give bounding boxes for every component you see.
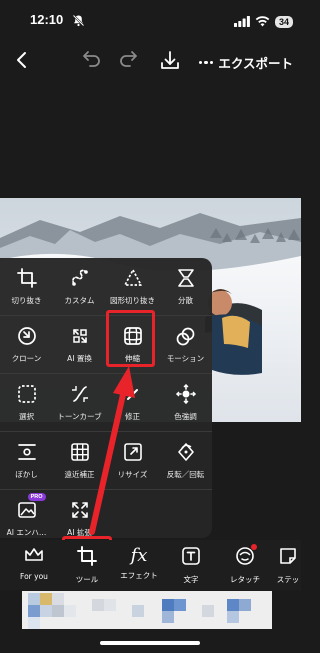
ai-enhance-icon: PRO	[16, 493, 46, 521]
tool-label: AI エンハ…	[6, 528, 47, 537]
tool-label: リサイズ	[117, 470, 148, 479]
fx-icon: fx	[130, 545, 148, 566]
bottom-nav: For you ツール fx エフェクト 文字 レタッチ ステッ	[0, 540, 301, 590]
fix-icon	[122, 383, 144, 405]
nav-effects[interactable]: fx エフェクト	[114, 546, 164, 581]
tool-flip-rotate[interactable]: 反転／回転	[159, 432, 212, 489]
tool-perspective[interactable]: 遠近補正	[53, 432, 106, 489]
bell-off-icon	[72, 12, 85, 31]
nav-label: 文字	[183, 575, 199, 584]
tool-label: 選択	[19, 412, 34, 421]
pro-badge: PRO	[27, 493, 46, 501]
tool-label: 図形切り抜き	[110, 296, 155, 305]
tool-select[interactable]: 選択	[0, 374, 53, 431]
tool-panel: 切り抜き カスタム 図形切り抜き 分散 クローン AI 置換 伸縮 モーション …	[0, 258, 212, 538]
signal-icon	[233, 12, 250, 31]
ai-expand-icon	[69, 499, 91, 521]
tool-label: カスタム	[64, 296, 95, 305]
crop-tool-icon	[77, 546, 97, 570]
tool-row: 選択 トーンカーブ 修正 色強調	[0, 374, 212, 432]
wifi-icon	[255, 12, 270, 31]
tool-label: クローン	[11, 354, 42, 363]
tool-custom[interactable]: カスタム	[53, 258, 106, 315]
tool-row: ぼかし 遠近補正 リサイズ 反転／回転	[0, 432, 212, 490]
editor-toolbar: エクスポート	[0, 42, 301, 82]
tool-motion[interactable]: モーション	[159, 316, 212, 373]
tool-shape-crop[interactable]: 図形切り抜き	[106, 258, 159, 315]
notification-dot	[251, 544, 257, 550]
redo-icon[interactable]	[118, 50, 140, 74]
nav-label: ツール	[75, 575, 99, 584]
blur-icon	[16, 441, 38, 463]
tool-label: 反転／回転	[166, 470, 205, 479]
nav-sticker[interactable]: ステッ	[268, 546, 308, 585]
tool-row: 切り抜き カスタム 図形切り抜き 分散	[0, 258, 212, 316]
tool-grid: 切り抜き カスタム 図形切り抜き 分散 クローン AI 置換 伸縮 モーション …	[0, 258, 212, 548]
nav-label: ステッ	[276, 575, 300, 584]
tool-color-enhance[interactable]: 色強調	[159, 374, 212, 431]
more-dots-icon	[198, 60, 214, 65]
tool-disperse[interactable]: 分散	[159, 258, 212, 315]
tool-label: AI 置換	[67, 354, 92, 363]
text-icon	[181, 546, 201, 570]
nav-text[interactable]: 文字	[166, 546, 216, 585]
export-label: エクスポート	[218, 56, 293, 71]
home-indicator	[100, 641, 200, 645]
crop-icon	[16, 267, 38, 289]
nav-tools[interactable]: ツール	[62, 546, 112, 585]
clone-icon	[16, 325, 38, 347]
status-bar: 12:10 34	[0, 0, 301, 40]
disperse-icon	[175, 267, 197, 289]
tool-label: モーション	[166, 354, 205, 363]
tool-blur[interactable]: ぼかし	[0, 432, 53, 489]
stretch-highlight	[106, 310, 155, 367]
tool-tone-curve[interactable]: トーンカーブ	[53, 374, 106, 431]
tool-label: 修正	[125, 412, 140, 421]
crown-icon	[24, 546, 44, 568]
nav-label: エフェクト	[120, 571, 158, 580]
shape-crop-icon	[122, 267, 144, 289]
status-time: 12:10	[30, 12, 64, 27]
custom-icon	[69, 267, 91, 289]
nav-label: レタッチ	[230, 575, 260, 584]
perspective-icon	[69, 441, 91, 463]
resize-icon	[122, 441, 144, 463]
tool-fix[interactable]: 修正	[106, 374, 159, 431]
nav-retouch[interactable]: レタッチ	[220, 544, 270, 585]
tone-curve-icon	[69, 383, 91, 405]
download-icon[interactable]	[159, 50, 181, 76]
tool-resize[interactable]: リサイズ	[106, 432, 159, 489]
select-icon	[16, 383, 38, 405]
tool-label: 遠近補正	[64, 470, 95, 479]
tool-label: ぼかし	[15, 470, 38, 479]
export-button[interactable]: エクスポート	[198, 53, 293, 72]
ai-replace-icon	[69, 325, 91, 347]
motion-icon	[175, 325, 197, 347]
nav-label: For you	[20, 572, 48, 581]
tool-ai-replace[interactable]: AI 置換	[53, 316, 106, 373]
nav-for-you[interactable]: For you	[9, 546, 59, 581]
flip-rotate-icon	[175, 441, 197, 463]
back-icon[interactable]	[14, 50, 30, 74]
tool-label: 切り抜き	[11, 296, 42, 305]
tool-label: 分散	[178, 296, 193, 305]
battery-indicator: 34	[274, 15, 293, 28]
color-enhance-icon	[175, 383, 197, 405]
status-indicators: 34	[233, 12, 293, 31]
tool-label: トーンカーブ	[57, 412, 102, 421]
tool-clone[interactable]: クローン	[0, 316, 53, 373]
undo-icon[interactable]	[80, 50, 102, 74]
tool-crop[interactable]: 切り抜き	[0, 258, 53, 315]
tool-label: 色強調	[174, 412, 197, 421]
photo-thumbnail-strip[interactable]	[22, 591, 272, 629]
sticker-icon	[278, 546, 298, 570]
